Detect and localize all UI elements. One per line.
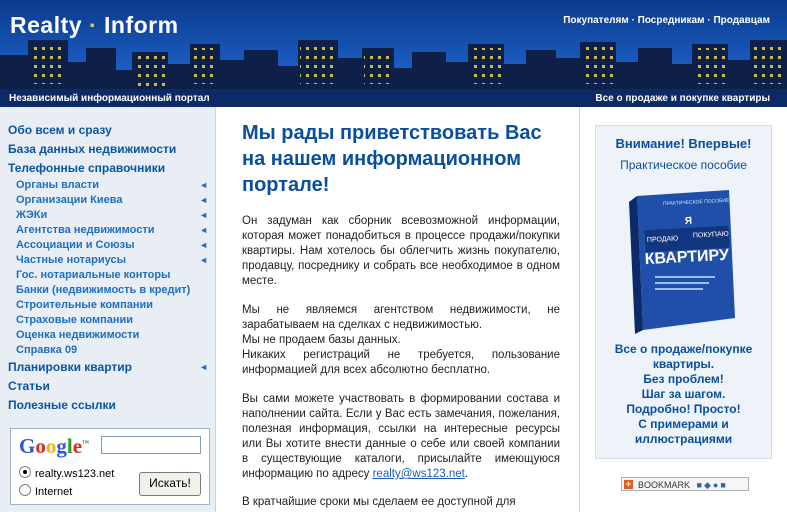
- nav-sub-label: Органы власти: [16, 179, 100, 191]
- promo-subheading: Практическое пособие: [620, 158, 747, 172]
- logo-separator: ·: [88, 12, 98, 38]
- disclaimer-line: Никаких регистраций не требуется, пользо…: [242, 349, 560, 376]
- promo-line: С примерами и: [638, 417, 729, 431]
- radio-internet[interactable]: Internet: [19, 484, 72, 498]
- site-logo[interactable]: Realty · Inform: [10, 12, 179, 39]
- contribute-end: .: [464, 468, 469, 480]
- book-promo[interactable]: Внимание! Впервые! Практическое пособие …: [595, 125, 772, 459]
- arrow-left-icon: ◄: [199, 225, 208, 235]
- nav-sub-insurance[interactable]: Страховые компании: [8, 313, 208, 328]
- promo-heading: Внимание! Впервые!: [615, 136, 752, 151]
- nav-sub-construction[interactable]: Строительные компании: [8, 298, 208, 313]
- nav-sub-associations[interactable]: Ассоциации и Союзы ◄: [8, 238, 208, 253]
- top-links: Покупателям · Посредникам · Продавцам: [563, 15, 770, 26]
- right-column: Внимание! Впервые! Практическое пособие …: [579, 107, 787, 512]
- tagline-left: Независимый информационный портал: [9, 93, 210, 104]
- google-search-box: Google™ realty.ws123.net Internet Искать…: [10, 428, 210, 505]
- book-cover-image[interactable]: ПРАКТИЧЕСКОЕ ПОСОБИЕ Я ПРОДАЮ ПОКУПАЮ КВ…: [625, 188, 745, 338]
- promo-line: иллюстрациями: [634, 432, 733, 446]
- promo-line: Подробно! Просто!: [626, 402, 741, 416]
- google-tm: ™: [82, 439, 90, 447]
- nav-sub-appraisal[interactable]: Оценка недвижимости: [8, 328, 208, 343]
- arrow-left-icon: ◄: [199, 180, 208, 190]
- nav-sub-state-notaries[interactable]: Гос. нотариальные конторы: [8, 268, 208, 283]
- radio-selected-icon[interactable]: [19, 466, 31, 478]
- nav-sub-label: Частные нотариусы: [16, 254, 126, 266]
- google-letter: e: [72, 434, 83, 458]
- top-link-sep-1: ·: [631, 15, 635, 26]
- nav-item-database[interactable]: База данных недвижимости: [8, 140, 208, 159]
- closing-paragraph: В кратчайшие сроки мы сделаем ее доступн…: [242, 496, 516, 508]
- nav-sub-kyiv-orgs[interactable]: Организации Киева ◄: [8, 193, 208, 208]
- nav-sub-label: Агентства недвижимости: [16, 224, 155, 236]
- plus-icon: +: [624, 479, 633, 489]
- google-letter: o: [45, 434, 57, 458]
- promo-line: Без проблем!: [643, 372, 724, 386]
- sidebar-nav: Обо всем и сразу База данных недвижимост…: [8, 121, 208, 415]
- top-link-agents[interactable]: Посредникам: [638, 15, 705, 26]
- promo-line: квартиры.: [652, 357, 715, 371]
- social-icons: ■◆●■: [696, 480, 728, 490]
- nav-sub-help09[interactable]: Справка 09: [8, 343, 208, 358]
- nav-item-label: Планировки квартир: [8, 360, 132, 374]
- radio-site[interactable]: realty.ws123.net: [19, 466, 114, 480]
- site-header: Realty · Inform Покупателям · Посредника…: [0, 0, 787, 107]
- nav-sub-private-notaries[interactable]: Частные нотариусы ◄: [8, 253, 208, 268]
- main-content: Мы рады приветствовать Вас на нашем инфо…: [216, 107, 579, 512]
- top-link-sellers[interactable]: Продавцам: [713, 15, 770, 26]
- nav-item-links[interactable]: Полезные ссылки: [8, 396, 208, 415]
- radio-internet-label: Internet: [35, 486, 73, 498]
- tagline-right: Все о продаже и покупке квартиры: [595, 93, 770, 104]
- logo-part1: Realty: [10, 12, 83, 38]
- logo-part2: Inform: [104, 12, 179, 38]
- google-letter: g: [56, 434, 67, 458]
- radio-site-label: realty.ws123.net: [35, 468, 115, 480]
- google-logo: Google™: [19, 434, 89, 459]
- arrow-left-icon: ◄: [199, 362, 208, 372]
- intro-paragraph: Он задуман как сборник всевозможной инфо…: [242, 215, 560, 287]
- disclaimer-paragraph: Мы не являемся агентством недвижимости, …: [242, 303, 560, 378]
- top-link-sep-2: ·: [707, 15, 711, 26]
- disclaimer-line: Мы не продаем базы данных.: [242, 334, 401, 346]
- top-link-buyers[interactable]: Покупателям: [563, 15, 629, 26]
- nav-item-layouts[interactable]: Планировки квартир ◄: [8, 358, 208, 377]
- google-search-input[interactable]: [101, 436, 201, 454]
- google-letter: G: [19, 434, 36, 458]
- nav-sub-label: ЖЭКи: [16, 209, 48, 221]
- left-sidebar: Обо всем и сразу База данных недвижимост…: [0, 107, 216, 512]
- book-ya: Я: [685, 216, 693, 227]
- bookmark-button[interactable]: + BOOKMARK ■◆●■: [621, 477, 749, 491]
- arrow-left-icon: ◄: [199, 255, 208, 265]
- promo-line: Все о продаже/покупке: [614, 342, 753, 356]
- nav-sub-zheks[interactable]: ЖЭКи ◄: [8, 208, 208, 223]
- nav-item-about[interactable]: Обо всем и сразу: [8, 121, 208, 140]
- promo-line: Шаг за шагом.: [641, 387, 726, 401]
- email-link[interactable]: realty@ws123.net: [373, 468, 465, 480]
- promo-text: Все о продаже/покупке квартиры. Без проб…: [596, 342, 771, 447]
- arrow-left-icon: ◄: [199, 195, 208, 205]
- bookmark-label: BOOKMARK: [638, 480, 691, 490]
- search-button[interactable]: Искать!: [139, 472, 201, 496]
- disclaimer-line: Мы не являемся агентством недвижимости, …: [242, 304, 560, 331]
- radio-unselected-icon[interactable]: [19, 484, 31, 496]
- contribute-paragraph: Вы сами можете участвовать в формировани…: [242, 392, 560, 482]
- arrow-left-icon: ◄: [199, 210, 208, 220]
- nav-sub-label: Организации Киева: [16, 194, 123, 206]
- nav-sub-banks[interactable]: Банки (недвижимость в кредит): [8, 283, 208, 298]
- nav-item-articles[interactable]: Статьи: [8, 377, 208, 396]
- nav-item-phonebooks[interactable]: Телефонные справочники: [8, 159, 208, 178]
- arrow-left-icon: ◄: [199, 240, 208, 250]
- google-letter: o: [35, 434, 46, 458]
- contribute-text: Вы сами можете участвовать в формировани…: [242, 393, 560, 480]
- nav-sub-authorities[interactable]: Органы власти ◄: [8, 178, 208, 193]
- page-title: Мы рады приветствовать Вас на нашем инфо…: [242, 122, 542, 196]
- nav-sub-agencies[interactable]: Агентства недвижимости ◄: [8, 223, 208, 238]
- nav-sub-label: Ассоциации и Союзы: [16, 239, 135, 251]
